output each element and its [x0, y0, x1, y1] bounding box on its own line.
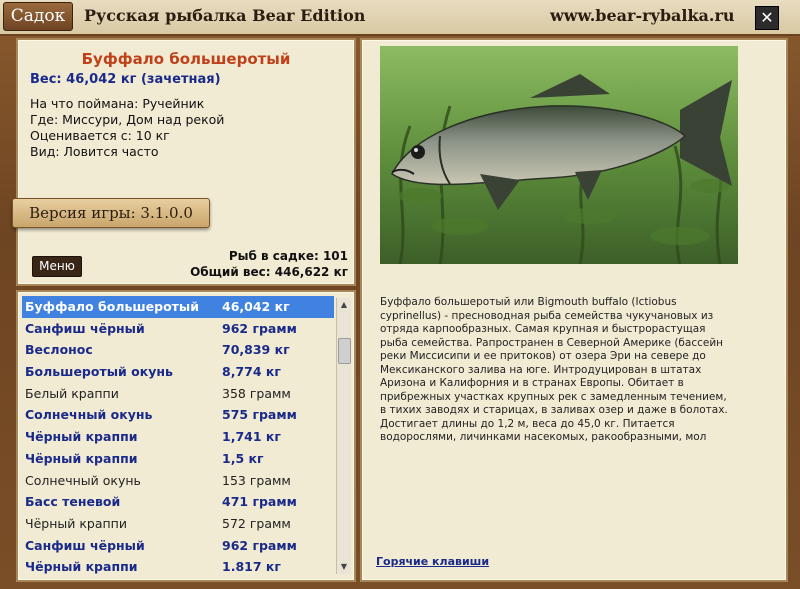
hotkeys-link[interactable]: Горячие клавиши: [376, 555, 489, 568]
list-item[interactable]: Чёрный краппи 572 грамм: [22, 513, 334, 535]
list-item-name: Белый краппи: [25, 385, 119, 401]
menu-button[interactable]: Меню: [32, 256, 82, 277]
list-item-selected[interactable]: Буффало большеротый 46,042 кг: [22, 296, 334, 318]
list-item[interactable]: Чёрный краппи 1,5 кг: [22, 448, 334, 470]
fish-description: Буффало большеротый или Bigmouth buffalo…: [380, 296, 728, 443]
list-item[interactable]: Басс теневой 471 грамм: [22, 491, 334, 513]
list-item-weight: 575 грамм: [222, 407, 297, 423]
list-scrollbar[interactable]: ▲ ▼: [336, 298, 351, 574]
list-item-weight: 70,839 кг: [222, 342, 290, 358]
list-item-weight: 962 грамм: [222, 537, 297, 553]
fish-kind: Вид: Ловится часто: [30, 144, 159, 159]
list-item[interactable]: Солнечный окунь 153 грамм: [22, 470, 334, 492]
fish-weight: Вес: 46,042 кг (зачетная): [30, 72, 221, 87]
list-item-name: Солнечный окунь: [25, 407, 153, 423]
total-weight: Общий вес: 446,622 кг: [190, 265, 348, 279]
list-item-name: Чёрный краппи: [25, 559, 138, 575]
app-title: Русская рыбалка Bear Edition: [84, 6, 366, 25]
scroll-thumb[interactable]: [338, 338, 351, 364]
list-item-weight: 962 грамм: [222, 320, 297, 336]
list-item[interactable]: Чёрный краппи 1,741 кг: [22, 426, 334, 448]
close-button[interactable]: ✕: [755, 6, 779, 30]
version-badge: Версия игры: 3.1.0.0: [12, 198, 210, 228]
list-item-name: Буффало большеротый: [25, 299, 199, 314]
list-item[interactable]: Чёрный краппи 1.817 кг: [22, 556, 334, 578]
fish-info-panel: Буффало большеротый Вес: 46,042 кг (заче…: [12, 38, 356, 286]
catch-stats: Рыб в садке: 101 Общий вес: 446,622 кг: [190, 248, 348, 280]
list-item-weight: 1,5 кг: [222, 450, 264, 466]
list-item[interactable]: Солнечный окунь 575 грамм: [22, 404, 334, 426]
list-item-name: Санфиш чёрный: [25, 320, 145, 336]
list-item[interactable]: Белый краппи 358 грамм: [22, 383, 334, 405]
list-item-name: Большеротый окунь: [25, 364, 173, 380]
fish-name: Буффало большеротый: [81, 50, 291, 68]
close-icon: ✕: [760, 8, 774, 27]
list-item-name: Басс теневой: [25, 494, 121, 510]
list-item-weight: 471 грамм: [222, 494, 297, 510]
list-item[interactable]: Санфиш чёрный 962 грамм: [22, 535, 334, 557]
fish-illustration: [380, 46, 738, 264]
fish-description-panel: Буффало большеротый или Bigmouth buffalo…: [360, 38, 788, 582]
title-bar: Садок Русская рыбалка Bear Edition www.b…: [0, 0, 800, 36]
list-item-name: Веслонос: [25, 342, 93, 358]
fish-details: На что поймана: Ручейник Где: Миссури, Д…: [30, 96, 224, 160]
list-item-weight: 1,741 кг: [222, 429, 281, 445]
catch-list: Буффало большеротый 46,042 кг Санфиш чёрны…: [22, 296, 334, 578]
list-item-weight: 358 грамм: [222, 385, 291, 401]
valued-from: Оценивается с: 10 кг: [30, 128, 170, 143]
caught-where: Где: Миссури, Дом над рекой: [30, 112, 225, 127]
list-item-weight: 8,774 кг: [222, 364, 281, 380]
list-item-name: Солнечный окунь: [25, 472, 141, 488]
list-item-name: Чёрный краппи: [25, 450, 138, 466]
list-item[interactable]: Веслонос 70,839 кг: [22, 339, 334, 361]
tab-sadok[interactable]: Садок: [3, 2, 73, 31]
fish-count: Рыб в садке: 101: [228, 249, 348, 263]
list-item-name: Чёрный краппи: [25, 515, 127, 531]
app-window: Садок Русская рыбалка Bear Edition www.b…: [0, 0, 800, 589]
scroll-down-icon[interactable]: ▼: [337, 560, 351, 574]
list-item-name: Санфиш чёрный: [25, 537, 145, 553]
list-item-weight: 572 грамм: [222, 515, 291, 531]
catch-list-panel: Буффало большеротый 46,042 кг Санфиш чёрны…: [16, 290, 356, 582]
list-item-weight: 1.817 кг: [222, 559, 281, 575]
scroll-up-icon[interactable]: ▲: [337, 298, 351, 312]
list-item-weight: 153 грамм: [222, 472, 291, 488]
list-item-weight: 46,042 кг: [222, 299, 290, 314]
list-item-name: Чёрный краппи: [25, 429, 138, 445]
list-item[interactable]: Большеротый окунь 8,774 кг: [22, 361, 334, 383]
fish-photo: [380, 46, 738, 264]
site-url: www.bear-rybalka.ru: [550, 6, 735, 25]
caught-on: На что поймана: Ручейник: [30, 96, 205, 111]
list-item[interactable]: Санфиш чёрный 962 грамм: [22, 318, 334, 340]
